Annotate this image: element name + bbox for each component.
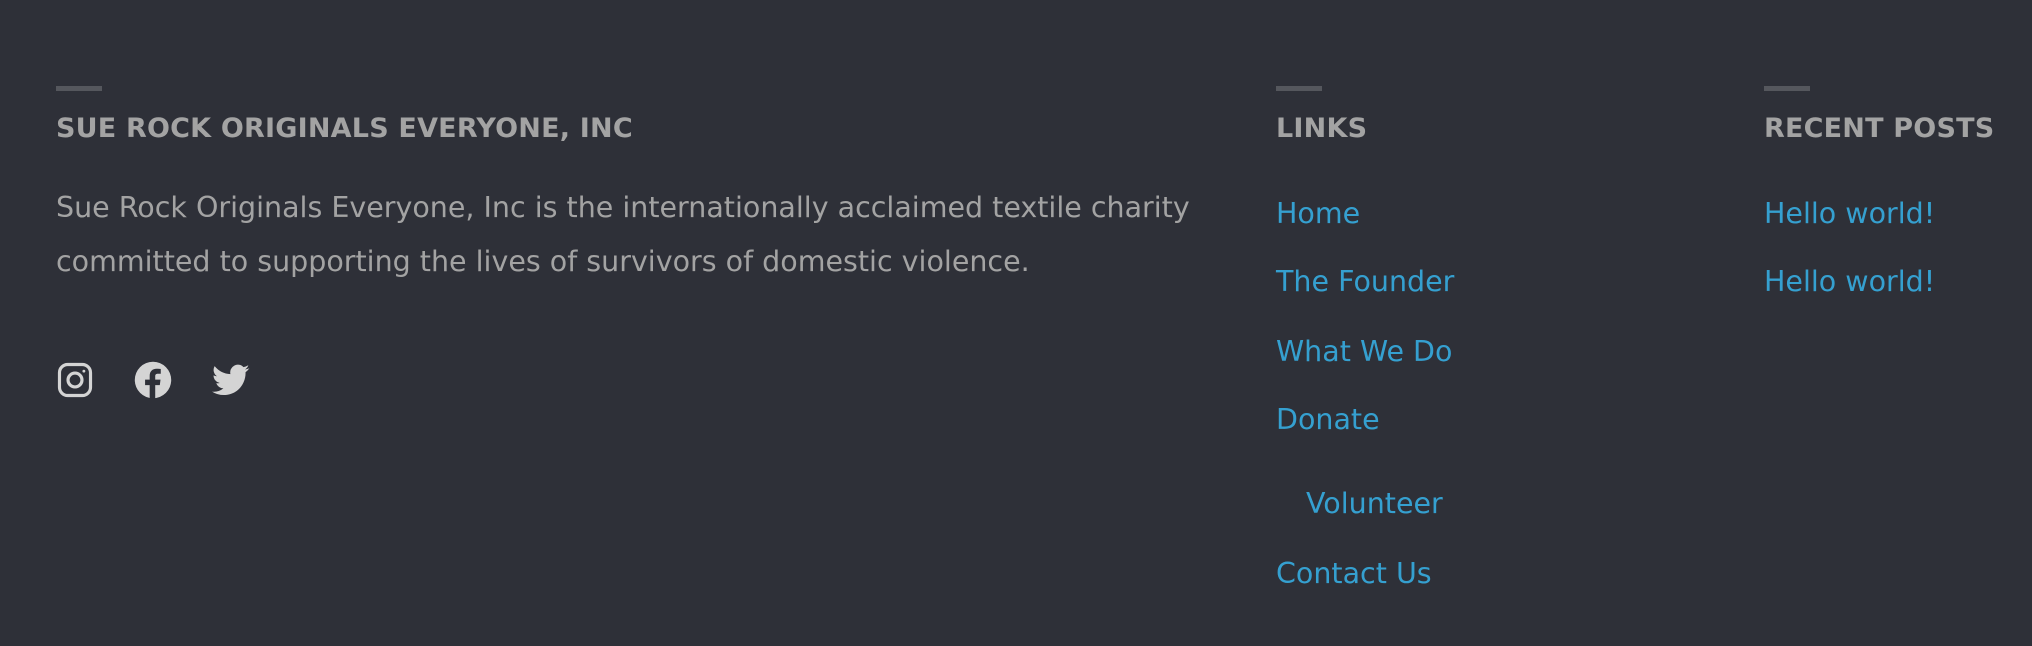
link-the-founder[interactable]: The Founder — [1276, 264, 1454, 300]
heading-divider — [1276, 86, 1322, 91]
about-description: Sue Rock Originals Everyone, Inc is the … — [56, 191, 1190, 278]
link-home[interactable]: Home — [1276, 196, 1360, 232]
facebook-icon[interactable] — [134, 361, 172, 399]
footer-about-column: SUE ROCK ORIGINALS EVERYONE, INC Sue Roc… — [56, 86, 1236, 399]
recent-post-link[interactable]: Hello world! — [1764, 196, 1935, 232]
footer-recent-posts-column: RECENT POSTS Hello world! Hello world! — [1764, 86, 2024, 298]
heading-divider — [56, 86, 102, 91]
footer-links-column: LINKS Home The Founder What We Do Donate… — [1276, 86, 1696, 590]
recent-posts-heading: RECENT POSTS — [1764, 113, 1995, 144]
heading-divider — [1764, 86, 1810, 91]
recent-post-link[interactable]: Hello world! — [1764, 264, 1935, 300]
links-heading: LINKS — [1276, 113, 1368, 144]
link-donate[interactable]: Donate — [1276, 402, 1380, 438]
link-volunteer[interactable]: Volunteer — [1306, 486, 1443, 522]
instagram-icon[interactable] — [56, 361, 94, 399]
social-links — [56, 361, 1236, 399]
link-what-we-do[interactable]: What We Do — [1276, 334, 1452, 370]
twitter-icon[interactable] — [212, 361, 250, 399]
link-contact-us[interactable]: Contact Us — [1276, 556, 1432, 592]
about-heading: SUE ROCK ORIGINALS EVERYONE, INC — [56, 113, 633, 144]
